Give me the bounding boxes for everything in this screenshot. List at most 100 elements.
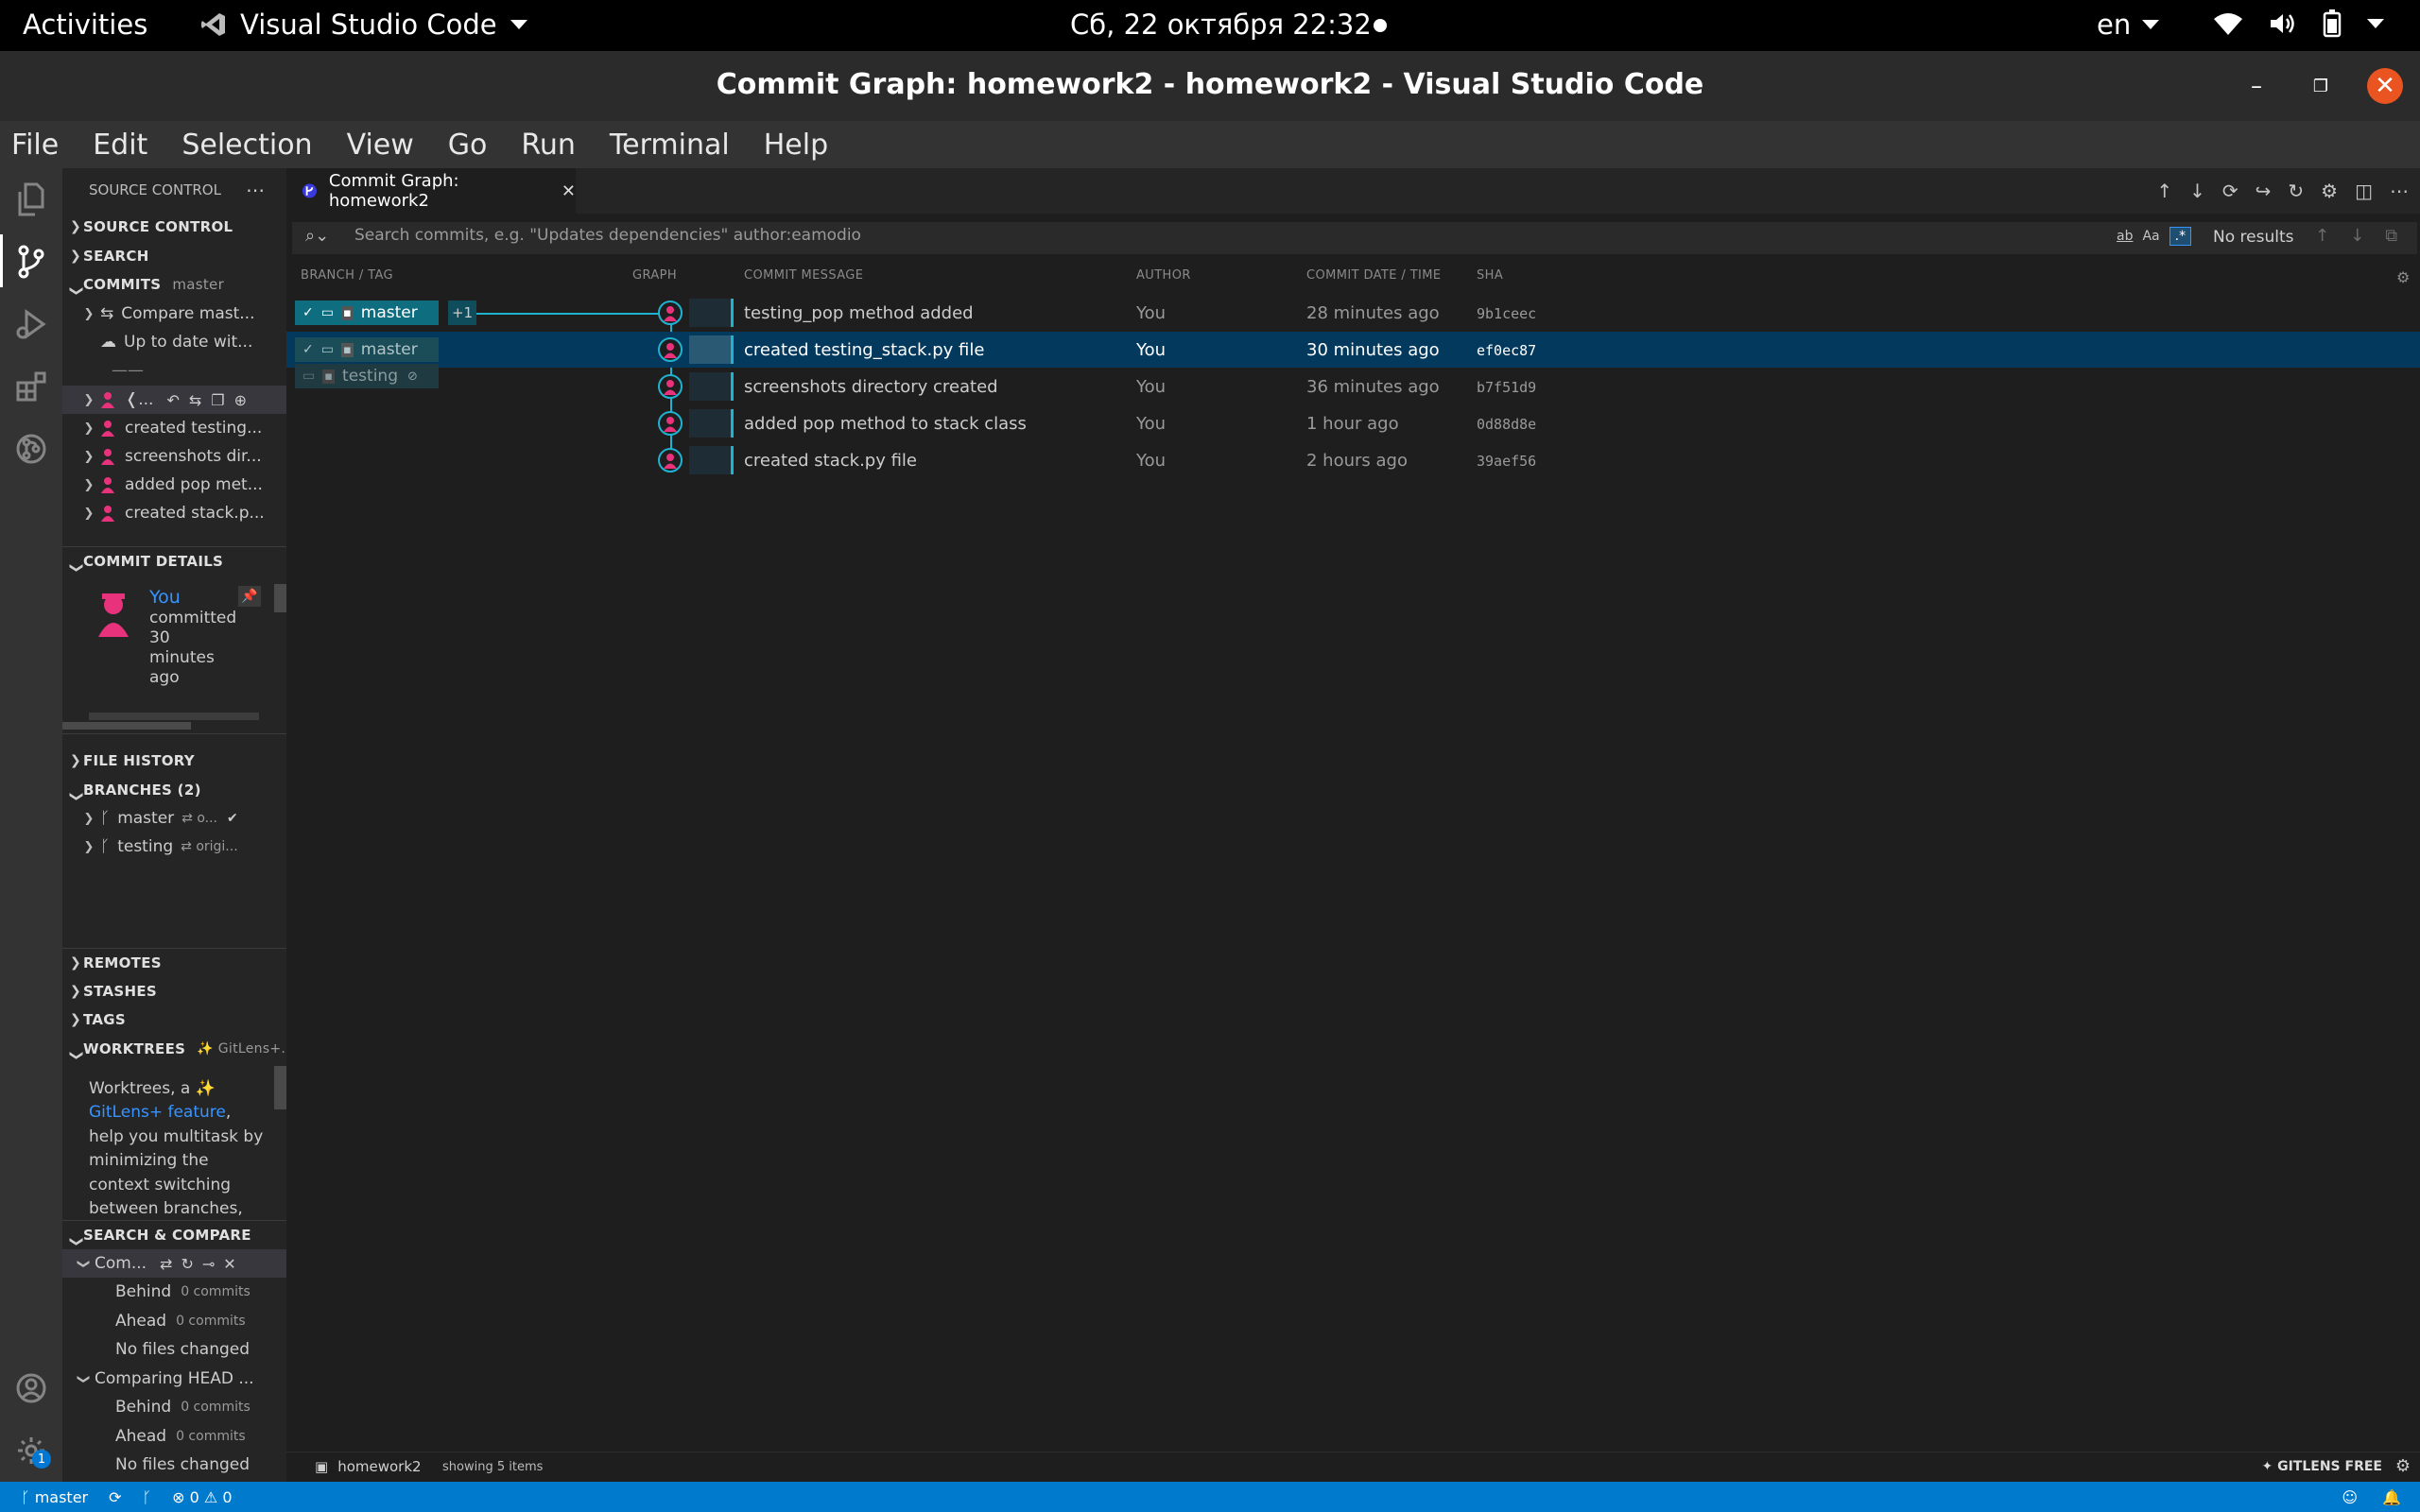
commit-row[interactable]: ❯ created stack.p... [62, 499, 286, 527]
ahead-item[interactable]: Ahead 0 commits [62, 1307, 286, 1335]
files-changed-item[interactable]: No files changed [62, 1335, 286, 1364]
globe-icon[interactable]: ⊕ [234, 391, 247, 409]
arrow-down-icon[interactable]: ↓ [2189, 180, 2205, 202]
search-input[interactable]: Search commits, e.g. "Updates dependenci… [354, 226, 861, 245]
section-search-compare[interactable]: ❯ SEARCH & COMPARE [62, 1221, 286, 1249]
match-case-icon[interactable]: Aa [2142, 229, 2159, 244]
commit-row[interactable]: ❯ screenshots dir... [62, 442, 286, 471]
restore-button[interactable]: ❐ [2303, 68, 2339, 104]
menu-go[interactable]: Go [448, 129, 488, 162]
open-external-icon[interactable]: ⧉ [2385, 226, 2397, 246]
commit-row-selected[interactable]: ❯ ❬... ↶ ⇆ ❐ ⊕ [62, 386, 286, 414]
column-commit-message[interactable]: COMMIT MESSAGE [744, 268, 863, 283]
scrollbar-thumb[interactable] [274, 1066, 286, 1109]
branch-tag-master[interactable]: ✓ ▭ ▪ master [295, 337, 439, 362]
gitlens-icon[interactable] [11, 429, 51, 469]
section-source-control[interactable]: ❯ SOURCE CONTROL [62, 213, 286, 241]
gitlens-feature-link[interactable]: GitLens+ feature [89, 1103, 226, 1122]
arrow-up-icon[interactable]: ↑ [2315, 226, 2329, 246]
commit-row[interactable]: screenshots directory created You 36 min… [286, 369, 2420, 404]
accounts-icon[interactable] [11, 1368, 51, 1408]
section-file-history[interactable]: ❯ FILE HISTORY [62, 747, 286, 775]
workspace-indicator[interactable]: ▣ homework2 [315, 1458, 422, 1475]
section-tags[interactable]: ❯ TAGS [62, 1005, 286, 1034]
column-sha[interactable]: SHA [1477, 268, 1503, 283]
section-remotes[interactable]: ❯ REMOTES [62, 949, 286, 977]
compare-icon[interactable]: ⇆ [189, 391, 201, 409]
refresh-icon[interactable]: ↻ [2288, 180, 2304, 202]
menu-edit[interactable]: Edit [93, 129, 147, 162]
section-worktrees[interactable]: ❯ WORKTREES ✨ GitLens+... [62, 1035, 286, 1063]
settings-gear-icon[interactable]: ⚙ [2321, 180, 2338, 202]
undo-icon[interactable]: ↶ [166, 391, 179, 409]
column-branch-tag[interactable]: BRANCH / TAG [301, 268, 393, 283]
branch-item-master[interactable]: ❯ ᚴ master ⇄ o... ✔ [62, 804, 286, 833]
commit-node[interactable] [658, 374, 683, 399]
swap-icon[interactable]: ⇄ [160, 1255, 172, 1273]
section-stashes[interactable]: ❯ STASHES [62, 977, 286, 1005]
problems-status[interactable]: ⊗ 0 ⚠ 0 [172, 1488, 232, 1506]
ahead-item[interactable]: Ahead 0 commits [62, 1422, 286, 1451]
match-whole-word-icon[interactable]: ab [2117, 229, 2133, 244]
close-icon[interactable]: ✕ [562, 181, 576, 201]
column-graph[interactable]: GRAPH [632, 268, 677, 283]
language-selector[interactable]: en [2097, 9, 2160, 41]
author-link[interactable]: You [149, 587, 181, 608]
menu-file[interactable]: File [11, 129, 59, 162]
commit-node[interactable] [658, 337, 683, 362]
more-refs-badge[interactable]: +1 [448, 301, 476, 325]
menu-view[interactable]: View [347, 129, 414, 162]
branch-status[interactable]: ᚴ master [21, 1488, 88, 1506]
source-control-icon[interactable] [11, 242, 51, 282]
section-search[interactable]: ❯ SEARCH [62, 242, 286, 270]
scrollbar-thumb[interactable] [274, 584, 286, 612]
regex-icon[interactable]: .* [2169, 227, 2192, 246]
close-window-button[interactable]: ✕ [2367, 68, 2403, 104]
branch-tag-testing[interactable]: ▭ ▪ testing ⊘ [295, 364, 439, 388]
commit-node[interactable] [658, 448, 683, 472]
scrollbar-thumb[interactable] [62, 722, 191, 730]
system-tray[interactable] [2212, 9, 2384, 38]
commit-row[interactable]: added pop method to stack class You 1 ho… [286, 405, 2420, 441]
compare-group-1[interactable]: ❯ Com... ⇄ ↻ ⊸ ✕ [62, 1249, 286, 1278]
minimize-button[interactable]: – [2238, 68, 2274, 104]
menu-terminal[interactable]: Terminal [610, 129, 730, 162]
extensions-icon[interactable] [11, 367, 51, 406]
horizontal-scrollbar[interactable] [89, 713, 259, 720]
activities-button[interactable]: Activities [23, 9, 147, 41]
more-actions-icon[interactable]: ⋯ [246, 179, 265, 201]
branch-tag-master-head[interactable]: ✓ ▭ ▪ master [295, 301, 439, 325]
behind-item[interactable]: Behind 0 commits [62, 1393, 286, 1421]
files-changed-item[interactable]: No files changed [62, 1451, 286, 1479]
arrow-down-icon[interactable]: ↓ [2350, 226, 2364, 246]
commit-node[interactable] [658, 301, 683, 325]
column-commit-date[interactable]: COMMIT DATE / TIME [1306, 268, 1442, 283]
sync-icon[interactable]: ⟳ [109, 1488, 121, 1506]
compare-item[interactable]: ❯ ⇆ Compare mast... [62, 300, 286, 328]
tab-commit-graph[interactable]: Commit Graph: homework2 ✕ [286, 168, 576, 214]
menu-run[interactable]: Run [521, 129, 576, 162]
commit-row[interactable]: ❯ created testing... [62, 414, 286, 442]
explorer-icon[interactable] [11, 180, 51, 219]
uptodate-item[interactable]: ☁ Up to date wit... [62, 328, 286, 356]
clock[interactable]: Сб, 22 октября 22:32 [1070, 9, 1372, 41]
commit-row[interactable]: ❯ added pop met... [62, 471, 286, 499]
refresh-icon[interactable]: ↻ [181, 1255, 193, 1273]
pin-icon[interactable]: 📌 [238, 586, 261, 607]
menu-selection[interactable]: Selection [182, 129, 312, 162]
commit-row-selected[interactable]: created testing_stack.py file You 30 min… [286, 332, 2420, 368]
section-commits[interactable]: ❯ COMMITS master [62, 270, 286, 299]
feedback-icon[interactable]: ☺ [2342, 1488, 2358, 1506]
split-editor-icon[interactable]: ◫ [2355, 180, 2373, 202]
more-actions-icon[interactable]: ⋯ [2390, 180, 2409, 202]
feedback-icon[interactable]: ⚙ [2395, 1456, 2411, 1476]
compare-group-2[interactable]: ❯ Comparing HEAD ... [62, 1365, 286, 1393]
app-menu[interactable]: Visual Studio Code [200, 9, 527, 41]
search-icon[interactable]: ⌕⌄ [305, 226, 329, 246]
section-commit-details[interactable]: ❯ COMMIT DETAILS [62, 547, 286, 576]
menu-help[interactable]: Help [764, 129, 828, 162]
eye-closed-icon[interactable]: ⊘ [407, 369, 418, 384]
section-branches[interactable]: ❯ BRANCHES (2) [62, 776, 286, 804]
commit-row[interactable]: created stack.py file You 2 hours ago 39… [286, 442, 2420, 478]
settings-gear-icon[interactable]: ⚙ [2396, 268, 2411, 286]
